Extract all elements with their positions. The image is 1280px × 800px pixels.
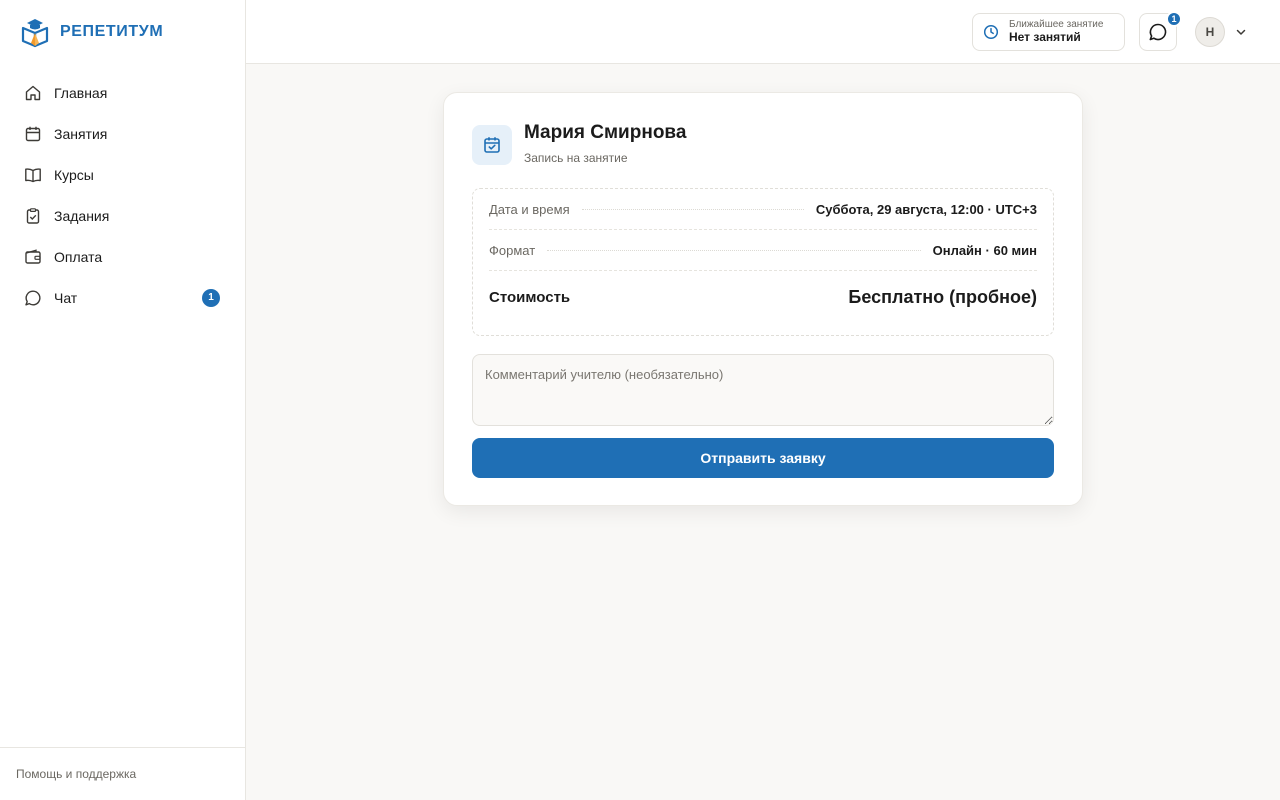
brand-logo[interactable]: РЕПЕТИТУМ: [20, 16, 163, 48]
chevron-down-icon: [1235, 26, 1247, 38]
sidebar-item-label: Оплата: [54, 248, 103, 265]
price-value: Бесплатно (пробное): [848, 286, 1037, 307]
sidebar-item-label: Занятия: [54, 125, 108, 142]
chat-icon: [24, 289, 42, 307]
comment-field[interactable]: [472, 354, 1054, 426]
sidebar-item-label: Главная: [54, 84, 108, 101]
detail-row-datetime: Дата и время Суббота, 29 августа, 12:00 …: [489, 189, 1037, 230]
sidebar-item-label: Курсы: [54, 166, 94, 183]
sidebar-item-label: Чат: [54, 289, 78, 306]
wallet-icon: [24, 248, 42, 266]
price-label: Стоимость: [489, 288, 571, 306]
sidebar-nav: Главная Занятия Курсы Задания Оплата Чат…: [12, 72, 234, 318]
sidebar-footer: Помощь и поддержка: [0, 747, 245, 800]
card-header: Мария Смирнова Запись на занятие: [472, 122, 687, 166]
clock-icon: [983, 24, 999, 40]
sidebar-item-courses[interactable]: Курсы: [12, 154, 234, 195]
messages-button[interactable]: 1: [1139, 11, 1182, 51]
topbar: Ближайшее занятие Нет занятий 1 Н: [246, 0, 1280, 64]
next-lesson-text: Ближайшее занятие Нет занятий: [1009, 19, 1103, 44]
booking-details: Дата и время Суббота, 29 августа, 12:00 …: [472, 188, 1054, 336]
avatar: Н: [1195, 17, 1225, 47]
calendar-check-icon: [472, 125, 512, 165]
detail-value: Суббота, 29 августа, 12:00 · UTC+3: [815, 201, 1037, 217]
calendar-icon: [24, 125, 42, 143]
tutor-name: Мария Смирнова: [524, 122, 687, 143]
sidebar-item-tasks[interactable]: Задания: [12, 195, 234, 236]
sidebar-item-payment[interactable]: Оплата: [12, 236, 234, 277]
card-heading: Мария Смирнова Запись на занятие: [524, 122, 687, 166]
sidebar-item-home[interactable]: Главная: [12, 72, 234, 113]
dotted-leader: [547, 249, 921, 251]
user-menu[interactable]: Н: [1195, 17, 1247, 47]
dotted-leader: [581, 208, 804, 210]
logo-icon: [20, 16, 50, 48]
sidebar-item-chat[interactable]: Чат 1: [12, 277, 234, 318]
book-icon: [24, 166, 42, 184]
brand-name: РЕПЕТИТУМ: [60, 23, 164, 40]
next-lesson-widget[interactable]: Ближайшее занятие Нет занятий: [972, 13, 1125, 51]
sidebar-item-label: Задания: [54, 207, 110, 224]
clipboard-check-icon: [24, 207, 42, 225]
home-icon: [24, 84, 42, 102]
submit-request-button[interactable]: Отправить заявку: [472, 438, 1054, 478]
chat-unread-badge: 1: [202, 288, 220, 307]
sidebar: РЕПЕТИТУМ Главная Занятия Курсы Задания: [0, 0, 246, 800]
next-lesson-value: Нет занятий: [1009, 29, 1081, 44]
help-support-link[interactable]: Помощь и поддержка: [16, 767, 136, 781]
detail-row-format: Формат Онлайн · 60 мин: [489, 230, 1037, 271]
booking-card: Мария Смирнова Запись на занятие Дата и …: [443, 92, 1083, 506]
sidebar-item-lessons[interactable]: Занятия: [12, 113, 234, 154]
detail-value: Онлайн · 60 мин: [932, 242, 1037, 258]
detail-label: Формат: [489, 242, 536, 258]
card-subtitle: Запись на занятие: [524, 151, 628, 165]
chat-bubble-icon: [1148, 22, 1168, 42]
messages-badge: 1: [1166, 11, 1182, 27]
detail-label: Дата и время: [489, 201, 570, 217]
detail-row-price: Стоимость Бесплатно (пробное): [489, 271, 1037, 323]
